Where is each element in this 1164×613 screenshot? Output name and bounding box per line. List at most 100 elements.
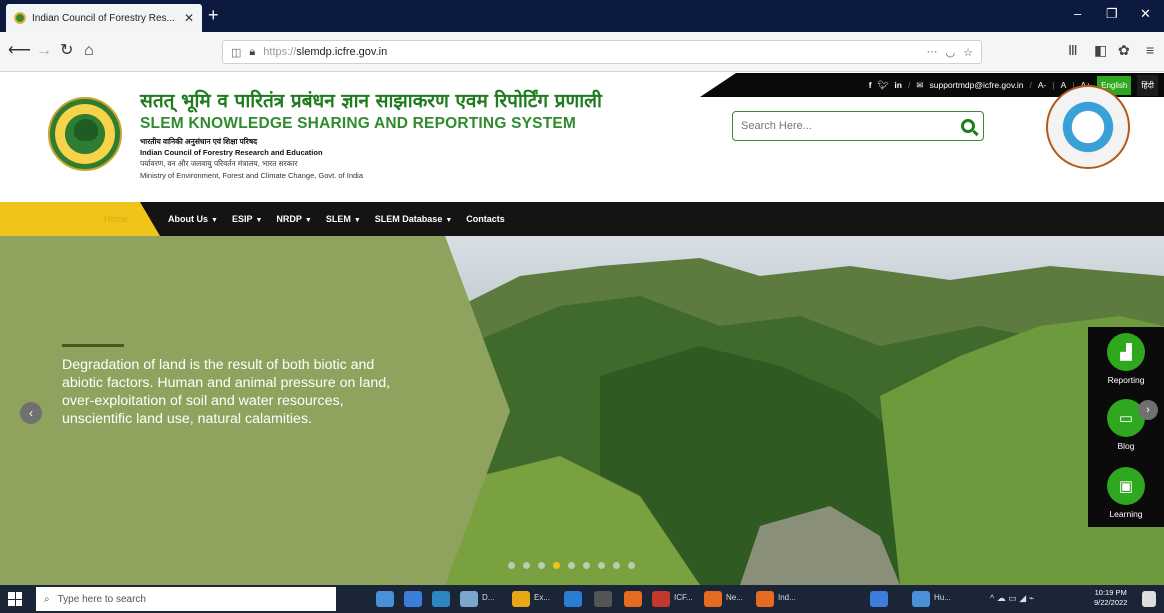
browser-tab-bar: Indian Council of Forestry Res... ✕ + – … [0, 0, 1164, 32]
menu-home[interactable]: Home [0, 202, 160, 236]
menu-icon[interactable]: ≡ [1146, 42, 1154, 58]
hindi-language-button[interactable]: हिंदी [1137, 74, 1158, 96]
browser-nav-bar: ⟵ → ↻ ⌂ ◫ 🔒︎ https://slemdp.icfre.gov.in… [0, 32, 1164, 72]
chart-icon: ▟ [1107, 333, 1145, 371]
minimize-button[interactable]: – [1074, 6, 1081, 21]
taskbar-clock[interactable]: 10:19 PM 9/22/2022 [1094, 588, 1127, 608]
taskbar-search[interactable]: ⌕ Type here to search [36, 587, 336, 611]
calendar-icon[interactable] [564, 591, 582, 607]
menu-nrdp[interactable]: NRDP ▼ [276, 214, 311, 224]
divider: | [1052, 80, 1055, 90]
org-name: Indian Council of Forestry Research and … [140, 148, 323, 157]
slide-caption: Degradation of land is the result of bot… [62, 357, 391, 427]
icfre-logo[interactable] [48, 97, 122, 171]
chevron-down-icon: ▼ [304, 217, 312, 224]
app-icon[interactable] [594, 591, 612, 607]
learning-label: Learning [1109, 509, 1143, 519]
browser-tab[interactable]: Indian Council of Forestry Res... ✕ [6, 4, 202, 32]
reporting-link[interactable]: ▟ Reporting [1088, 333, 1164, 385]
divider: / [1029, 80, 1032, 90]
slide-dot[interactable] [538, 562, 545, 569]
taskbar-app-label: Ind... [778, 593, 796, 602]
menu-nrdp-label: NRDP [276, 214, 302, 224]
back-button[interactable]: ⟵ [8, 41, 31, 61]
reporting-label: Reporting [1107, 375, 1145, 385]
file-explorer-icon[interactable] [512, 591, 530, 607]
org-name-hindi: भारतीय वानिकी अनुसंधान एवं शिक्षा परिषद [140, 137, 258, 146]
notification-icon[interactable] [1142, 591, 1156, 607]
uttarakhand-emblem-logo [1046, 85, 1130, 169]
bookmark-star-icon[interactable]: ☆ [963, 46, 973, 59]
windows-start-icon[interactable] [8, 592, 22, 606]
mail-icon: ✉ [916, 79, 924, 90]
font-normal-button[interactable]: A [1061, 80, 1067, 90]
page-actions-icon[interactable]: ··· [927, 46, 938, 58]
edge-icon[interactable] [432, 591, 450, 607]
menu-contacts[interactable]: Contacts [466, 214, 505, 224]
menu-esip[interactable]: ESIP ▼ [232, 214, 262, 224]
task-view-icon[interactable] [376, 591, 394, 607]
url-domain: slemdp.icfre.gov.in [296, 46, 388, 58]
caption-divider [62, 344, 124, 347]
learning-link[interactable]: ▣ Learning [1088, 467, 1164, 519]
pdf-icon[interactable] [652, 591, 670, 607]
twitter-icon[interactable]: 🐦︎ [878, 80, 889, 91]
search-icon[interactable] [961, 119, 975, 133]
font-decrease-button[interactable]: A- [1038, 80, 1047, 90]
firefox-icon[interactable] [624, 591, 642, 607]
clock-date: 9/22/2022 [1094, 598, 1128, 607]
menu-about-us[interactable]: About Us ▼ [168, 214, 218, 224]
favicon-icon [14, 12, 26, 24]
slide-dot[interactable] [628, 562, 635, 569]
sidebar-toggle-icon[interactable]: ◧ [1094, 42, 1107, 59]
close-window-button[interactable]: ✕ [1140, 6, 1151, 22]
taskbar-search-placeholder: Type here to search [57, 593, 146, 605]
taskbar-app-label: Ne... [726, 593, 743, 602]
app-icon[interactable] [912, 591, 930, 607]
reload-icon[interactable]: ↻ [60, 41, 73, 61]
taskbar-app-label: ICF... [674, 593, 693, 602]
slide-dot[interactable] [583, 562, 590, 569]
menu-slem-database[interactable]: SLEM Database ▼ [375, 214, 452, 224]
menu-slem[interactable]: SLEM ▼ [326, 214, 361, 224]
firefox-icon[interactable] [704, 591, 722, 607]
blog-label: Blog [1117, 441, 1135, 451]
shield-icon: ◫ [231, 46, 242, 59]
home-icon[interactable]: ⌂ [84, 41, 94, 61]
library-icon[interactable]: Ⅲ [1068, 42, 1078, 59]
search-input[interactable] [741, 120, 961, 132]
chevron-down-icon: ▼ [211, 217, 218, 224]
maximize-button[interactable]: ❐ [1106, 6, 1118, 22]
menu-home-label: Home [104, 214, 129, 224]
pocket-icon[interactable]: ◡ [946, 46, 956, 59]
slide-dot[interactable] [523, 562, 530, 569]
slide-indicators [508, 562, 635, 569]
app-icon[interactable] [870, 591, 888, 607]
linkedin-icon[interactable]: in [894, 80, 902, 90]
app-icon[interactable] [460, 591, 478, 607]
facebook-icon[interactable]: f [869, 80, 872, 90]
tab-close-icon[interactable]: ✕ [184, 11, 194, 25]
ministry-name: Ministry of Environment, Forest and Clim… [140, 171, 364, 180]
extension-icon[interactable]: ✿ [1118, 42, 1130, 59]
store-icon[interactable] [404, 591, 422, 607]
slide-dot[interactable] [508, 562, 515, 569]
firefox-icon[interactable] [756, 591, 774, 607]
forward-button[interactable]: → [36, 41, 52, 61]
slide-dot-active[interactable] [553, 562, 560, 569]
hero-slider: Degradation of land is the result of bot… [0, 236, 1164, 585]
taskbar-app-label: Ex... [534, 593, 551, 602]
next-slide-button[interactable]: › [1138, 400, 1158, 420]
slide-dot[interactable] [613, 562, 620, 569]
slide-dot[interactable] [568, 562, 575, 569]
previous-slide-button[interactable]: ‹ [20, 402, 42, 424]
new-tab-button[interactable]: + [208, 6, 219, 24]
site-title: SLEM KNOWLEDGE SHARING AND REPORTING SYS… [140, 115, 577, 132]
url-prefix: https:// [263, 46, 297, 58]
system-tray-icons[interactable]: ^ ☁ ▭ ◢ ⌁ [990, 593, 1034, 604]
slide-dot[interactable] [598, 562, 605, 569]
support-email-link[interactable]: supportmdp@icfre.gov.in [929, 80, 1023, 90]
divider: / [907, 80, 911, 90]
ministry-name-hindi: पर्यावरण, वन और जलवायु परिवर्तन मंत्रालय… [140, 159, 298, 168]
address-bar[interactable]: ◫ 🔒︎ https://slemdp.icfre.gov.in ··· ◡ ☆ [222, 40, 982, 64]
